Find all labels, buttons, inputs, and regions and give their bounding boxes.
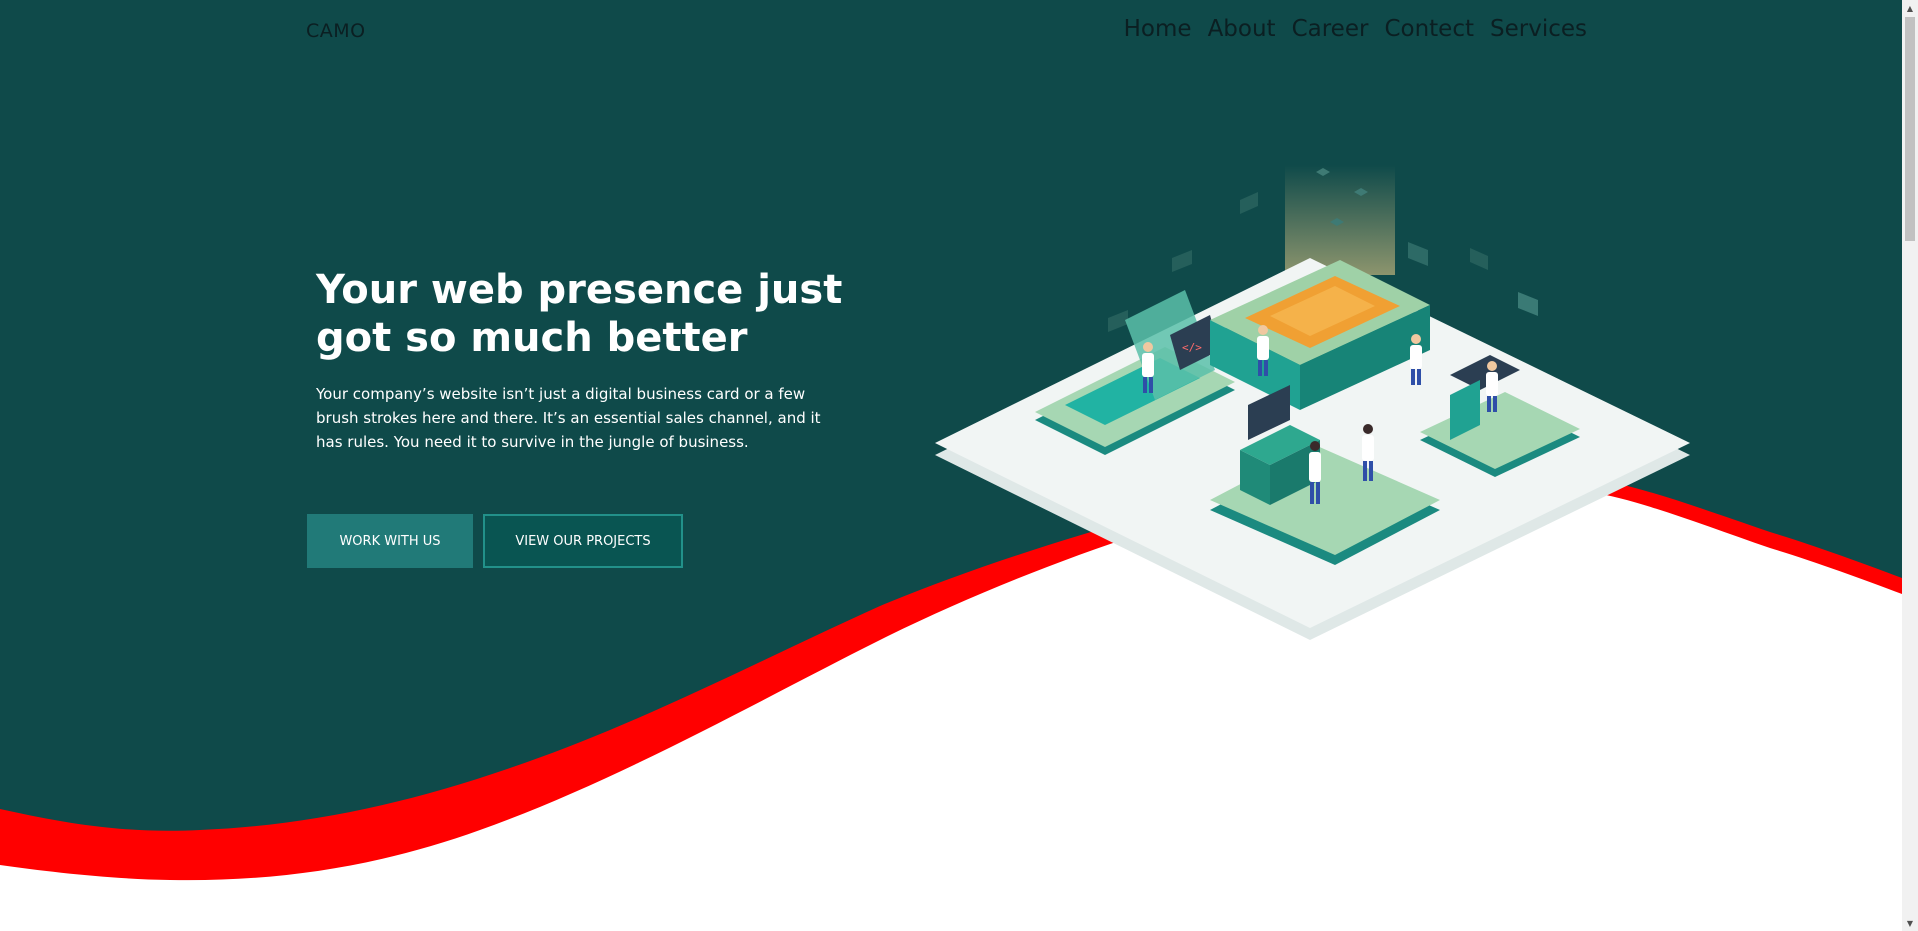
view-our-projects-button[interactable]: VIEW OUR PROJECTS [483, 514, 683, 568]
nav-about[interactable]: About [1208, 16, 1276, 42]
isometric-lab-illustration: </> [935, 165, 1690, 640]
float-panel [1518, 292, 1538, 316]
scroll-thumb[interactable] [1905, 17, 1915, 241]
float-panel [1172, 250, 1192, 272]
hero-headline: Your web presence just got so much bette… [316, 267, 843, 361]
float-panel [1240, 192, 1258, 214]
float-panel [1108, 310, 1128, 332]
nav-contact[interactable]: Contect [1384, 16, 1474, 42]
brand-logo[interactable]: CAMO [306, 20, 366, 42]
scroll-up-arrow-icon[interactable]: ▲ [1902, 0, 1918, 16]
hero-subcopy: Your company’s website isn’t just a digi… [316, 385, 821, 451]
landing-page: CAMO Home About Career Contect Services … [0, 0, 1918, 931]
float-panel [1470, 248, 1488, 270]
work-with-us-button[interactable]: WORK WITH US [307, 514, 473, 568]
vertical-scrollbar[interactable]: ▲ ▼ [1902, 0, 1918, 931]
scroll-down-arrow-icon[interactable]: ▼ [1902, 915, 1918, 931]
nav-services[interactable]: Services [1490, 16, 1587, 42]
nav-home[interactable]: Home [1124, 16, 1192, 42]
main-nav: Home About Career Contect Services [1124, 16, 1587, 42]
float-panel [1408, 242, 1428, 266]
code-glyph: </> [1182, 341, 1202, 354]
nav-career[interactable]: Career [1292, 16, 1369, 42]
